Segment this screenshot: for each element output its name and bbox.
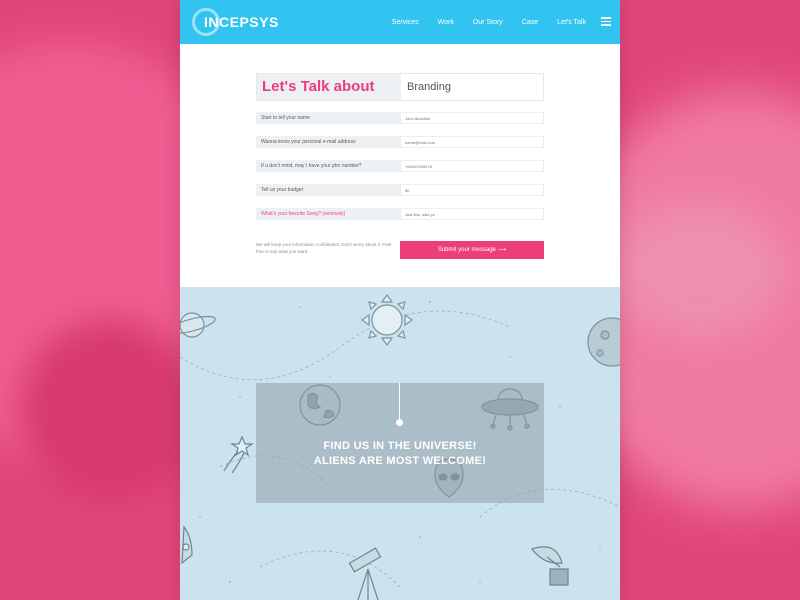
page: INCEPSYS Services Work Our Story Case Le… [180,0,620,600]
logo-text: INCEPSYS [204,14,279,30]
form-row-budget: Tell us your budget [256,184,544,196]
form-row-song: What's your favorite Song? (seriously) [256,208,544,220]
submit-button[interactable]: Submit your message ⟶ [400,241,544,259]
map-pin-icon[interactable] [396,419,403,426]
form-heading: Let's Talk about Branding [256,73,544,101]
name-label: Start to tell your name [256,112,400,124]
disclaimer-text: We will keep your information confidenti… [256,242,392,254]
nav-case[interactable]: Case [522,19,538,26]
navbar: INCEPSYS Services Work Our Story Case Le… [180,0,620,44]
nav-our-story[interactable]: Our Story [473,19,503,26]
song-label: What's your favorite Song? (seriously) [256,208,400,220]
logo[interactable]: INCEPSYS [192,8,279,36]
universe-message: FIND US IN THE UNIVERSE! ALIENS ARE MOST… [256,439,544,469]
sun-icon [360,293,414,347]
hamburger-menu-icon[interactable] [601,17,611,26]
phone-input[interactable] [400,160,544,172]
backdrop-blob [610,200,790,340]
form-row-name: Start to tell your name [256,112,544,124]
nav-links: Services Work Our Story Case Let's Talk [373,0,586,44]
form-row-phone: If u don't mind, may I have your phn num… [256,160,544,172]
nav-lets-talk[interactable]: Let's Talk [557,19,586,26]
phone-label: If u don't mind, may I have your phn num… [256,160,400,172]
song-input[interactable] [400,208,544,220]
universe-line-1: FIND US IN THE UNIVERSE! [323,440,477,452]
nav-services[interactable]: Services [392,19,419,26]
budget-label: Tell us your budget [256,184,400,196]
moon-icon [587,317,620,367]
topic-field[interactable]: Branding [401,74,543,100]
email-input[interactable] [400,136,544,148]
nav-work[interactable]: Work [438,19,454,26]
name-input[interactable] [400,112,544,124]
backdrop-blob [20,320,200,500]
saturn-icon [180,312,216,338]
rocket-icon [181,525,193,565]
shooting-star-icon [223,435,254,474]
location-map-box: FIND US IN THE UNIVERSE! ALIENS ARE MOST… [256,383,544,503]
budget-input[interactable] [400,184,544,196]
map-pin-line [399,383,400,421]
satellite-dish-icon [531,546,569,586]
universe-line-2: ALIENS ARE MOST WELCOME! [313,455,487,467]
telescope-icon [348,547,382,600]
form-title: Let's Talk about [257,74,401,100]
space-section: FIND US IN THE UNIVERSE! ALIENS ARE MOST… [180,287,620,600]
email-label: Wanna know your personal e-mail address [256,136,400,148]
form-row-email: Wanna know your personal e-mail address [256,136,544,148]
